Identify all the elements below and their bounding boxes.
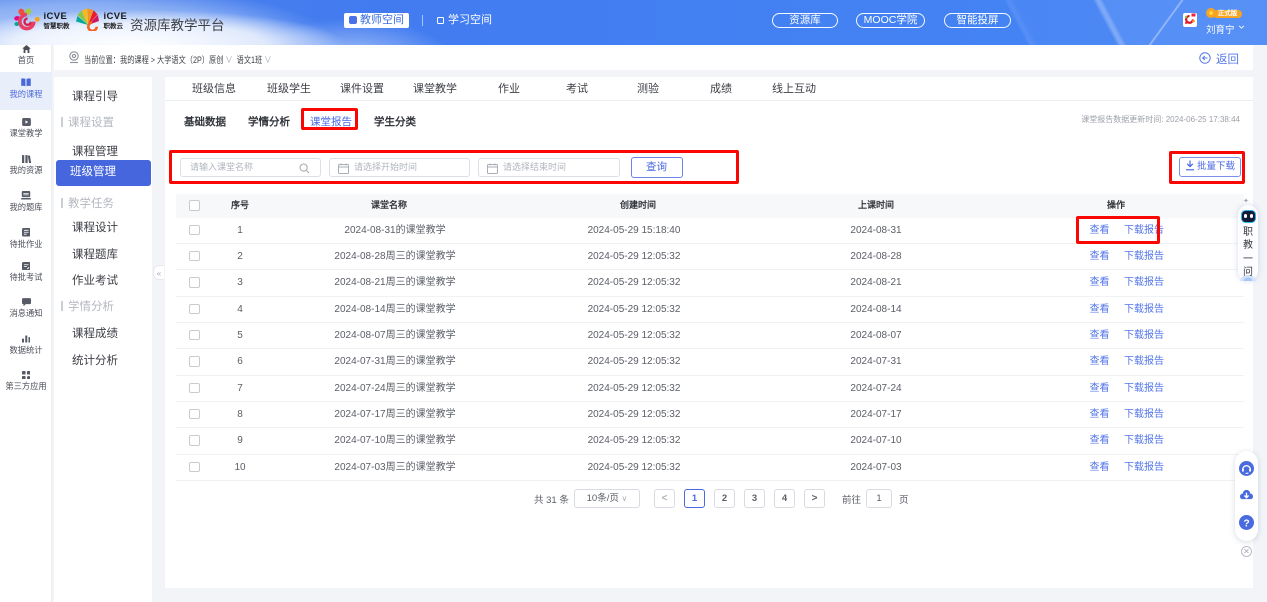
- svg-text:?: ?: [1243, 518, 1249, 529]
